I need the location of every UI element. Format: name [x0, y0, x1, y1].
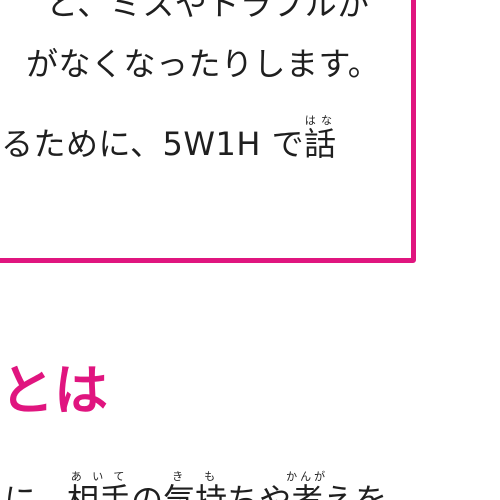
section-heading: とは [0, 359, 108, 422]
box-text-line-3-main: るために、5W1H で [1, 125, 305, 163]
ruby-kimochi: 気持きも [163, 470, 228, 500]
kanji-hanashi: 話 [304, 125, 337, 163]
box-text-line-3: るために、5W1H で話はな [1, 114, 337, 164]
kanji-kimochi: 気持 [163, 481, 228, 500]
bottom-word2-suffix: ちや [227, 481, 292, 500]
box-text-line-1: と、ミスやトラブルが [46, 0, 370, 23]
bottom-suffix: えを [323, 481, 388, 500]
ruby-aite-reading: あいて [67, 470, 132, 483]
bottom-particle: の [131, 481, 164, 500]
ruby-kimochi-reading: きも [163, 470, 228, 483]
ruby-hanashi-reading: はな [304, 114, 337, 127]
kanji-aite: 相手 [67, 481, 132, 500]
bottom-text-line: に、相手あいての気持きもちや考かんがえを [4, 470, 387, 500]
kanji-kangae: 考 [286, 481, 329, 500]
ruby-aite: 相手あいて [67, 470, 132, 500]
bottom-prefix: に、 [4, 481, 68, 500]
document-page: と、ミスやトラブルが がなくなったりします。 るために、5W1H で話はな とは… [0, 0, 500, 500]
ruby-hanashi: 話はな [304, 114, 337, 163]
box-text-line-2: がなくなったりします。 [26, 45, 381, 83]
ruby-kangae: 考かんが [286, 470, 328, 500]
ruby-kangae-reading: かんが [286, 470, 329, 483]
